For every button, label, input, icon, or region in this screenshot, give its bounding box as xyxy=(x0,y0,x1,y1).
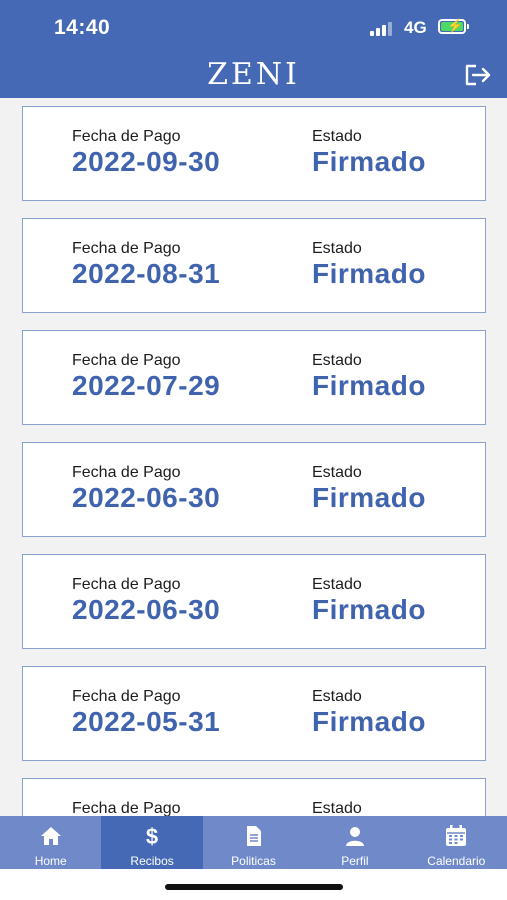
status-label: Estado xyxy=(312,352,362,369)
status-value: Firmado xyxy=(312,706,426,737)
dollar-icon: $ xyxy=(146,824,158,848)
receipt-card[interactable]: Fecha de Pago 2022-07-29 Estado Firmado xyxy=(22,330,486,425)
receipts-list[interactable]: Fecha de Pago 2022-09-30 Estado Firmado … xyxy=(0,98,507,816)
status-value: Firmado xyxy=(312,594,426,625)
signal-icon xyxy=(370,22,396,36)
tab-label: Politicas xyxy=(231,854,276,868)
logout-icon[interactable] xyxy=(464,63,492,87)
tab-label: Calendario xyxy=(427,854,486,868)
payment-date-label: Fecha de Pago xyxy=(72,576,181,593)
status-label: Estado xyxy=(312,576,362,593)
tab-home[interactable]: Home xyxy=(0,816,101,869)
battery-icon: ⚡ xyxy=(438,18,469,34)
payment-date: 2022-07-29 xyxy=(72,370,221,401)
tab-label: Perfil xyxy=(341,854,369,868)
receipt-card[interactable]: Fecha de Pago 2022-06-30 Estado Firmado xyxy=(22,554,486,649)
tab-perfil[interactable]: Perfil xyxy=(304,816,405,869)
payment-date-label: Fecha de Pago xyxy=(72,800,181,816)
status-value: Firmado xyxy=(312,370,426,401)
app-logo: ZENI xyxy=(207,57,300,92)
payment-date: 2022-05-31 xyxy=(72,706,221,737)
status-time: 14:40 xyxy=(54,16,111,39)
status-value: Firmado xyxy=(312,146,426,177)
status-label: Estado xyxy=(312,128,362,145)
tab-calendario[interactable]: Calendario xyxy=(406,816,507,869)
payment-date-label: Fecha de Pago xyxy=(72,128,181,145)
tab-bar: Home $ Recibos Politicas Perfil Calendar… xyxy=(0,816,507,869)
svg-text:$: $ xyxy=(146,824,158,848)
status-value: Firmado xyxy=(312,482,426,513)
app-header: 14:40 4G ⚡ ZENI xyxy=(0,0,507,98)
user-icon xyxy=(345,827,364,846)
network-type: 4G xyxy=(404,18,427,37)
receipt-card[interactable]: Fecha de Pago Estado xyxy=(22,778,486,816)
status-label: Estado xyxy=(312,240,362,257)
status-label: Estado xyxy=(312,688,362,705)
receipt-card[interactable]: Fecha de Pago 2022-05-31 Estado Firmado xyxy=(22,666,486,761)
home-icon xyxy=(40,827,61,845)
tab-label: Recibos xyxy=(130,854,174,868)
tab-label: Home xyxy=(34,854,67,868)
payment-date: 2022-09-30 xyxy=(72,146,221,177)
payment-date: 2022-08-31 xyxy=(72,258,221,289)
document-icon xyxy=(246,826,261,846)
status-label: Estado xyxy=(312,800,362,816)
payment-date-label: Fecha de Pago xyxy=(72,688,181,705)
receipt-card[interactable]: Fecha de Pago 2022-09-30 Estado Firmado xyxy=(22,106,486,201)
status-label: Estado xyxy=(312,464,362,481)
status-value: Firmado xyxy=(312,258,426,289)
payment-date-label: Fecha de Pago xyxy=(72,352,181,369)
tab-recibos[interactable]: $ Recibos xyxy=(101,816,203,869)
payment-date-label: Fecha de Pago xyxy=(72,240,181,257)
receipt-card[interactable]: Fecha de Pago 2022-08-31 Estado Firmado xyxy=(22,218,486,313)
payment-date: 2022-06-30 xyxy=(72,482,221,513)
tab-politicas[interactable]: Politicas xyxy=(203,816,304,869)
receipt-card[interactable]: Fecha de Pago 2022-06-30 Estado Firmado xyxy=(22,442,486,537)
payment-date-label: Fecha de Pago xyxy=(72,464,181,481)
home-indicator[interactable] xyxy=(165,884,343,890)
calendar-icon xyxy=(446,825,467,846)
payment-date: 2022-06-30 xyxy=(72,594,221,625)
